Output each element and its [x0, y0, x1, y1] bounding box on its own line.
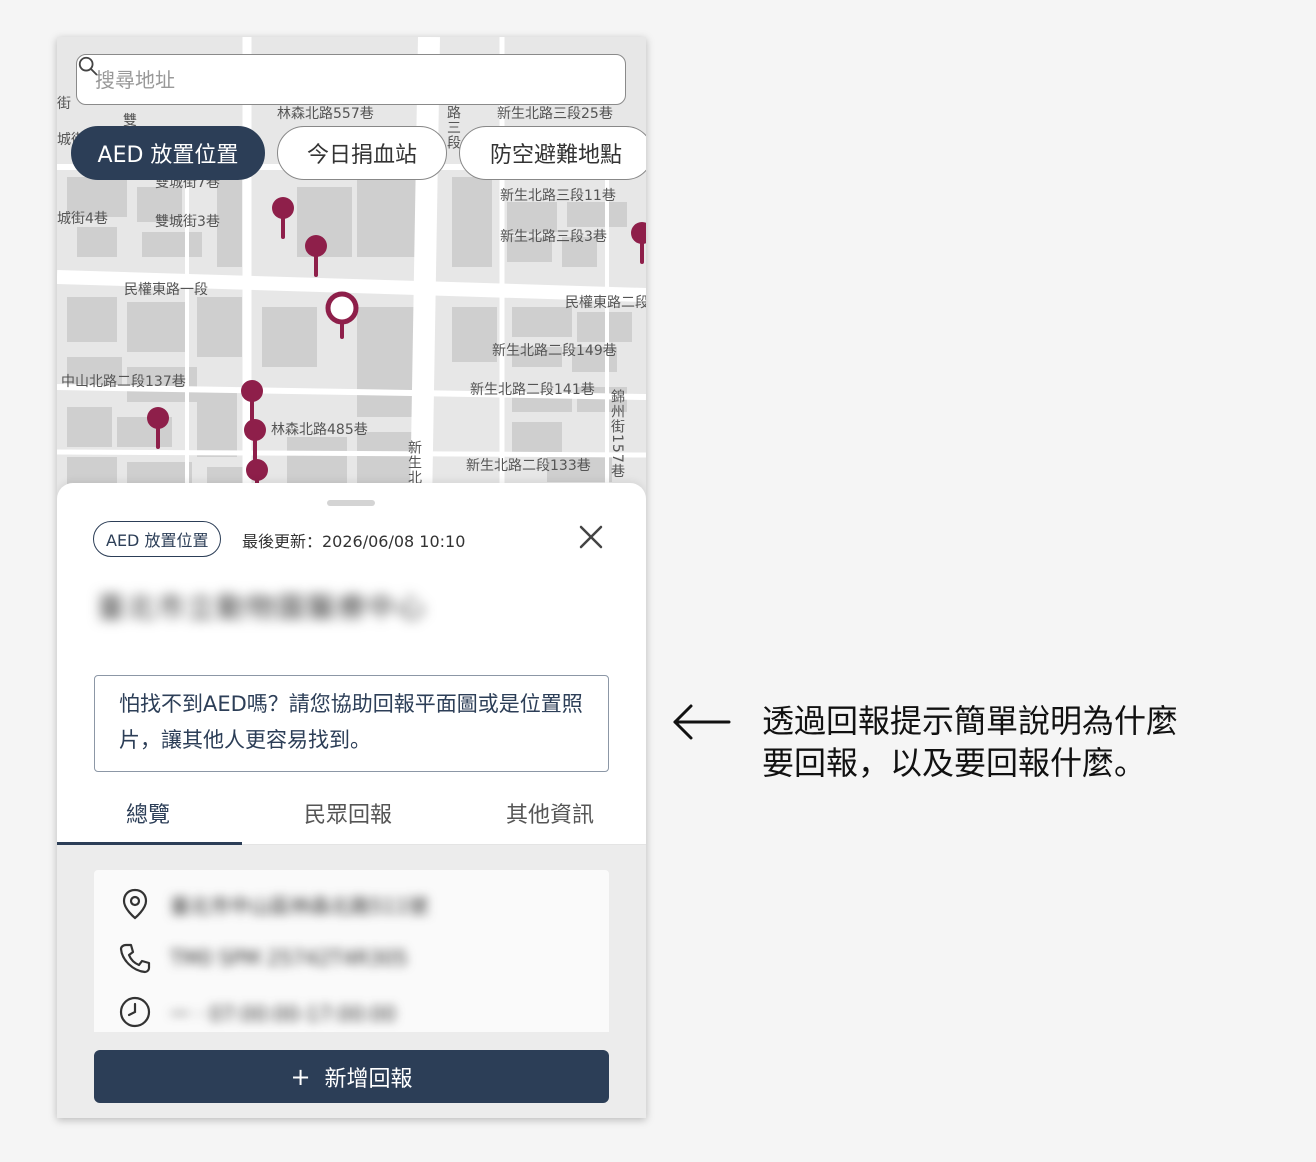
- search-bar[interactable]: [76, 54, 626, 105]
- street-label: 街: [57, 96, 71, 112]
- street-label: 林森北路557巷: [277, 106, 374, 122]
- arrow-left-icon: [673, 704, 731, 740]
- street-label: 新生北路二段141巷: [470, 382, 595, 398]
- street-label: 雙城街3巷: [155, 214, 220, 230]
- map-pin-icon[interactable]: [270, 195, 296, 241]
- phone-icon: [119, 943, 151, 974]
- map-pin-icon[interactable]: [629, 220, 646, 266]
- street-label: 新生北路三段11巷: [500, 188, 616, 204]
- report-hint-box: 怕找不到AED嗎？請您協助回報平面圖或是位置照片，讓其他人更容易找到。: [94, 675, 609, 772]
- clock-icon: [119, 996, 151, 1028]
- street-label: 中山北路二段137巷: [61, 374, 186, 390]
- last-updated: 最後更新：2026/06/08 10:10: [242, 532, 466, 551]
- tab-bar: 總覽 民眾回報 其他資訊: [57, 783, 646, 845]
- location-pin-icon: [122, 888, 148, 920]
- hours-text: 一 · 07:00:00-17:00:00: [170, 1001, 396, 1026]
- annotation-line: 透過回報提示簡單說明為什麼: [762, 702, 1179, 740]
- chip-blood-donation[interactable]: 今日捐血站: [277, 126, 447, 180]
- street-label: 錦州街157巷: [609, 389, 625, 479]
- search-input[interactable]: [95, 67, 625, 92]
- chip-air-raid-shelter[interactable]: 防空避難地點: [459, 126, 646, 180]
- tab-overview[interactable]: 總覽: [126, 797, 170, 829]
- phone-text: TM0 SPM 25742T4R305: [170, 946, 408, 970]
- info-card: 臺北市中山區林森北路511號 TM0 SPM 25742T4R305 一 · 0…: [94, 870, 609, 1040]
- street-label: 新生北路二段149巷: [492, 343, 617, 359]
- street-label: 新生北路三段25巷: [497, 106, 613, 122]
- street-label: 新生北: [406, 440, 422, 485]
- street-label: 林森北路485巷: [271, 422, 368, 438]
- annotation-text: 透過回報提示簡單說明為什麼 要回報，以及要回報什麼。: [762, 700, 1282, 784]
- add-report-label: 新增回報: [324, 1066, 413, 1092]
- tab-public-reports[interactable]: 民眾回報: [304, 797, 392, 829]
- tab-other-info[interactable]: 其他資訊: [506, 797, 594, 829]
- address-row: 臺北市中山區林森北路511號: [118, 887, 428, 921]
- bottom-sheet: AED 放置位置 最後更新：2026/06/08 10:10 臺北市立動物園醫療…: [57, 483, 646, 1118]
- street-label: 新生北路三段3巷: [500, 229, 607, 245]
- map-pin-icon[interactable]: [303, 233, 329, 279]
- hours-row: 一 · 07:00:00-17:00:00: [118, 995, 396, 1029]
- category-tag: AED 放置位置: [93, 521, 222, 557]
- plus-icon: +: [290, 1062, 311, 1091]
- search-icon: [78, 56, 98, 76]
- phone-row: TM0 SPM 25742T4R305: [118, 941, 408, 975]
- chip-aed[interactable]: AED 放置位置: [71, 126, 265, 180]
- close-icon[interactable]: [577, 523, 605, 551]
- annotation-line: 要回報，以及要回報什麼。: [762, 744, 1147, 782]
- sheet-footer: + 新增回報: [57, 1032, 646, 1118]
- location-title: 臺北市立動物園醫療中心: [97, 591, 428, 624]
- street-label: 民權東路一段: [124, 282, 208, 298]
- street-label: 城街4巷: [57, 211, 108, 227]
- overview-panel: 臺北市中山區林森北路511號 TM0 SPM 25742T4R305 一 · 0…: [57, 845, 646, 1040]
- map-view[interactable]: 林森北路557巷 新生北路三段25巷 雙城街7巷 雙城街3巷 城街4巷 新生北路…: [57, 37, 646, 507]
- street-label: 民權東路二段: [565, 295, 646, 311]
- selected-pin-icon[interactable]: [323, 289, 361, 341]
- add-report-button[interactable]: + 新增回報: [94, 1050, 609, 1103]
- map-pin-icon[interactable]: [145, 405, 171, 451]
- address-text: 臺北市中山區林森北路511號: [170, 893, 429, 918]
- street-label: 新生北路二段133巷: [466, 458, 591, 474]
- sheet-drag-handle[interactable]: [327, 500, 375, 506]
- phone-screen: 林森北路557巷 新生北路三段25巷 雙城街7巷 雙城街3巷 城街4巷 新生北路…: [57, 37, 646, 1118]
